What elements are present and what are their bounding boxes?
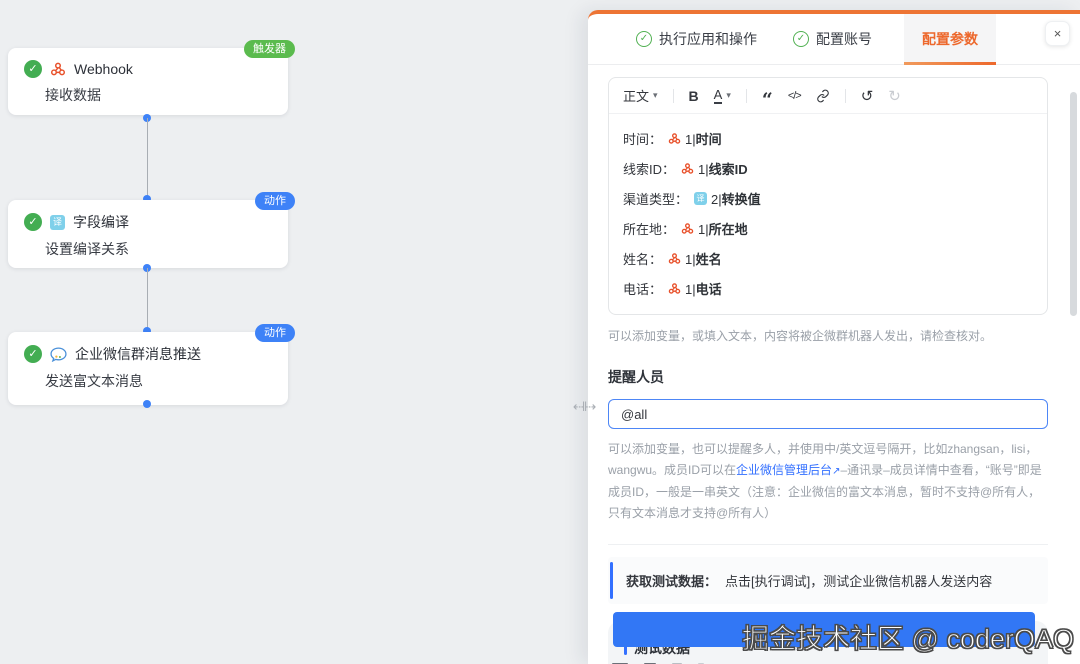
test-data-tip: 获取测试数据： 点击[执行调试]，测试企业微信机器人发送内容 bbox=[608, 557, 1048, 604]
webhook-icon bbox=[681, 222, 694, 235]
editor-line: 线索ID： 1|线索ID bbox=[623, 153, 1033, 183]
remind-help: 可以添加变量，也可以提醒多人，并使用中/英文逗号隔开，比如zhangsan，li… bbox=[608, 442, 1042, 520]
node-wechat-push[interactable]: 动作 ✓ 企业微信群消息推送 发送富文本消息 bbox=[8, 324, 295, 405]
action-badge: 动作 bbox=[255, 324, 295, 342]
success-check-icon: ✓ bbox=[24, 60, 42, 78]
translate-icon: 译 bbox=[694, 191, 708, 205]
node-webhook[interactable]: 触发器 ✓ Webhook 接收数据 bbox=[8, 40, 295, 115]
font-color-dropdown[interactable]: A ▾ bbox=[713, 87, 731, 104]
webhook-icon bbox=[681, 162, 694, 175]
paragraph-style-dropdown[interactable]: 正文 ▾ bbox=[623, 86, 658, 105]
wechat-chat-icon bbox=[50, 346, 67, 362]
connector-dot[interactable] bbox=[143, 400, 151, 408]
trigger-badge: 触发器 bbox=[244, 40, 295, 58]
variable-chip[interactable]: 1|线索ID bbox=[681, 159, 748, 178]
success-check-icon: ✓ bbox=[24, 345, 42, 363]
editor-line: 所在地： 1|所在地 bbox=[623, 213, 1033, 243]
chevron-down-icon: ▾ bbox=[653, 90, 658, 100]
variable-chip[interactable]: 1|时间 bbox=[668, 129, 722, 148]
node-subtitle: 发送富文本消息 bbox=[45, 373, 143, 389]
editor-toolbar: 正文 ▾ B A ▾ “ </> ↺ ↻ bbox=[609, 78, 1047, 114]
action-badge: 动作 bbox=[255, 192, 295, 210]
wecom-admin-link[interactable]: 企业微信管理后台↗ bbox=[736, 463, 840, 477]
toolbar-separator bbox=[745, 88, 747, 103]
editor-line: 渠道类型： 译 2|转换值 bbox=[623, 183, 1033, 213]
remind-input[interactable] bbox=[608, 399, 1048, 429]
editor-hint: 可以添加变量，或填入文本，内容将被企微群机器人发出，请检查核对。 bbox=[608, 329, 993, 343]
translate-icon: 译 bbox=[50, 214, 65, 230]
step-done-check-icon: ✓ bbox=[636, 31, 652, 47]
editor-line: 姓名： 1|姓名 bbox=[623, 243, 1033, 273]
config-steps-tabbar: ✓ 执行应用和操作 ✓ 配置账号 配置参数 × bbox=[588, 14, 1080, 65]
node-app-name: Webhook bbox=[74, 61, 133, 77]
connector-line bbox=[147, 118, 148, 198]
bold-button[interactable]: B bbox=[689, 88, 699, 104]
success-check-icon: ✓ bbox=[24, 213, 42, 231]
tip-text: 点击[执行调试]，测试企业微信机器人发送内容 bbox=[725, 574, 993, 589]
chevron-down-icon: ▾ bbox=[726, 90, 731, 100]
variable-chip[interactable]: 1|姓名 bbox=[668, 249, 722, 268]
webhook-icon bbox=[668, 282, 681, 295]
toolbar-separator bbox=[844, 88, 846, 103]
tab-label: 执行应用和操作 bbox=[659, 31, 757, 47]
config-panel: ⇠‖⇢ ✓ 执行应用和操作 ✓ 配置账号 配置参数 × 正文 ▾ B A ▾ “… bbox=[573, 10, 1080, 664]
variable-chip[interactable]: 1|电话 bbox=[668, 279, 722, 298]
editor-content[interactable]: 时间： 1|时间 线索ID： 1|线索ID 渠道类型： 译 2|转换值 所在地：… bbox=[609, 114, 1047, 314]
variable-chip[interactable]: 1|所在地 bbox=[681, 219, 748, 238]
rich-text-editor: 正文 ▾ B A ▾ “ </> ↺ ↻ 时间： 1|时间 线索ID： 1|线索… bbox=[608, 77, 1048, 315]
tab-execute-app[interactable]: ✓ 执行应用和操作 bbox=[618, 14, 775, 64]
code-icon[interactable]: </> bbox=[788, 90, 802, 102]
node-app-name: 字段编译 bbox=[73, 214, 129, 230]
workflow-editor: 触发器 ✓ Webhook 接收数据 动作 ✓ 译 字段编译 设置编译关系 动作… bbox=[0, 0, 1080, 664]
remind-field-label: 提醒人员 bbox=[608, 369, 664, 385]
node-app-name: 企业微信群消息推送 bbox=[75, 346, 201, 362]
blockquote-icon[interactable]: “ bbox=[762, 87, 773, 109]
panel-body: 正文 ▾ B A ▾ “ </> ↺ ↻ 时间： 1|时间 线索ID： 1|线索… bbox=[588, 65, 1080, 664]
redo-icon[interactable]: ↻ bbox=[888, 87, 901, 105]
tab-config-account[interactable]: ✓ 配置账号 bbox=[775, 14, 890, 64]
webhook-icon bbox=[50, 61, 66, 77]
panel-scrollbar[interactable] bbox=[1070, 92, 1077, 316]
link-icon[interactable] bbox=[816, 89, 830, 103]
variable-chip[interactable]: 译 2|转换值 bbox=[694, 189, 761, 208]
tip-title: 获取测试数据： bbox=[626, 574, 718, 589]
tab-label: 配置账号 bbox=[816, 31, 872, 47]
editor-line: 时间： 1|时间 bbox=[623, 123, 1033, 153]
node-subtitle: 接收数据 bbox=[45, 87, 101, 103]
tab-label: 配置参数 bbox=[922, 31, 978, 47]
toolbar-separator bbox=[672, 88, 674, 103]
section-divider bbox=[608, 544, 1048, 545]
close-icon[interactable]: × bbox=[1045, 21, 1070, 46]
node-subtitle: 设置编译关系 bbox=[45, 241, 129, 257]
editor-line: 电话： 1|电话 bbox=[623, 273, 1033, 303]
step-done-check-icon: ✓ bbox=[793, 31, 809, 47]
tab-config-params[interactable]: 配置参数 bbox=[904, 14, 996, 65]
connector-line bbox=[147, 268, 148, 330]
watermark: 掘金技术社区 @ coderQAQ bbox=[742, 624, 1075, 655]
node-field-translate[interactable]: 动作 ✓ 译 字段编译 设置编译关系 bbox=[8, 192, 295, 268]
webhook-icon bbox=[668, 132, 681, 145]
webhook-icon bbox=[668, 252, 681, 265]
undo-icon[interactable]: ↺ bbox=[861, 87, 874, 105]
